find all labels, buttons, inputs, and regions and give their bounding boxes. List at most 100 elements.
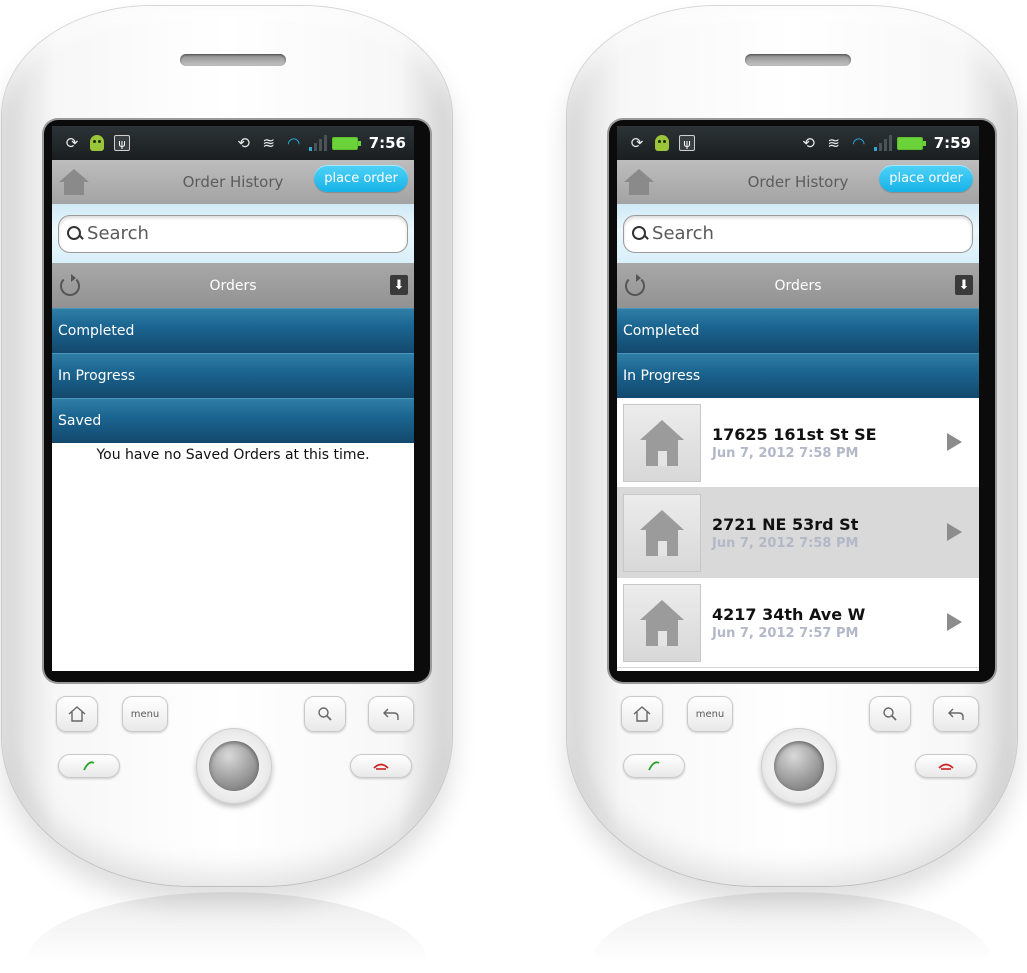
back-icon xyxy=(948,708,964,720)
order-thumbnail xyxy=(623,403,701,482)
orders-label: Orders xyxy=(774,277,822,294)
home-icon xyxy=(59,169,89,195)
search-icon xyxy=(632,225,647,242)
end-call-icon xyxy=(373,763,389,770)
sync-icon: ⟳ xyxy=(65,134,79,152)
search-icon xyxy=(67,225,82,242)
order-list-item[interactable]: 17625 161st St SE Jun 7, 2012 7:58 PM xyxy=(617,398,979,488)
orders-toolbar: Orders ⬇ xyxy=(617,263,979,308)
phone-reflection xyxy=(592,892,992,962)
home-icon xyxy=(624,169,654,195)
download-icon[interactable]: ⬇ xyxy=(390,275,408,295)
order-address: 4217 34th Ave W xyxy=(712,604,866,624)
trackball[interactable] xyxy=(761,728,837,804)
usb-icon: ψ xyxy=(677,133,697,153)
home-icon xyxy=(68,706,86,722)
order-list-item[interactable]: 4217 34th Ave W Jun 7, 2012 7:57 PM xyxy=(617,578,979,668)
signal-icon xyxy=(308,135,327,151)
app-screen: ⟳ ψ ⟲ ≋ ◠ 7:56 Order History place order xyxy=(52,126,414,671)
signal-icon xyxy=(873,135,892,151)
place-order-button[interactable]: place order xyxy=(314,165,408,192)
search-input[interactable] xyxy=(87,223,399,244)
download-icon[interactable]: ⬇ xyxy=(955,275,973,295)
house-icon xyxy=(640,599,684,646)
hardware-home-button[interactable] xyxy=(621,696,663,732)
earpiece-speaker xyxy=(180,54,286,66)
order-thumbnail xyxy=(623,583,701,662)
refresh-icon[interactable] xyxy=(60,273,80,296)
search-box[interactable] xyxy=(623,214,973,253)
home-button[interactable] xyxy=(52,160,96,204)
phone-reflection xyxy=(27,892,427,962)
battery-icon xyxy=(331,136,361,150)
order-thumbnail xyxy=(623,493,701,572)
status-bar: ⟳ ψ ⟲ ≋ ◠ 7:59 xyxy=(617,126,979,160)
hardware-back-button[interactable] xyxy=(933,696,979,732)
hardware-call-button[interactable] xyxy=(58,754,120,778)
sync-icon: ⟲ xyxy=(237,134,250,152)
status-clock: 7:56 xyxy=(368,134,406,152)
orders-label: Orders xyxy=(209,277,257,294)
wifi-icon: ◠ xyxy=(287,134,301,152)
call-icon xyxy=(648,761,660,771)
section-in-progress[interactable]: In Progress xyxy=(617,353,979,398)
search-band xyxy=(617,204,979,263)
refresh-icon[interactable] xyxy=(625,273,645,296)
search-icon xyxy=(318,707,332,721)
phone-left: ⟳ ψ ⟲ ≋ ◠ 7:56 Order History place order xyxy=(2,6,452,886)
usb-icon: ψ xyxy=(112,133,132,153)
section-completed[interactable]: Completed xyxy=(617,308,979,353)
hardware-end-call-button[interactable] xyxy=(350,754,412,778)
chevron-right-icon xyxy=(947,433,962,451)
sync-icon: ⟳ xyxy=(630,134,644,152)
android-icon xyxy=(87,133,107,153)
screen-bezel: ⟳ ψ ⟲ ≋ ◠ 7:56 Order History place order xyxy=(44,120,430,682)
status-bar: ⟳ ψ ⟲ ≋ ◠ 7:56 xyxy=(52,126,414,160)
order-list-item[interactable]: 2721 NE 53rd St Jun 7, 2012 7:58 PM xyxy=(617,488,979,578)
sync-icon: ⟲ xyxy=(802,134,815,152)
wifi-icon: ◠ xyxy=(852,134,866,152)
orders-toolbar: Orders ⬇ xyxy=(52,263,414,308)
hardware-menu-button[interactable]: menu xyxy=(687,696,733,732)
hardware-search-button[interactable] xyxy=(869,696,911,732)
app-screen: ⟳ ψ ⟲ ≋ ◠ 7:59 Order History place order xyxy=(617,126,979,671)
place-order-button[interactable]: place order xyxy=(879,165,973,192)
vibrate-icon: ≋ xyxy=(262,134,275,152)
house-icon xyxy=(640,419,684,466)
back-icon xyxy=(383,708,399,720)
section-in-progress[interactable]: In Progress xyxy=(52,353,414,398)
hardware-call-button[interactable] xyxy=(623,754,685,778)
order-date: Jun 7, 2012 7:58 PM xyxy=(712,535,859,551)
section-completed[interactable]: Completed xyxy=(52,308,414,353)
hardware-home-button[interactable] xyxy=(56,696,98,732)
section-saved[interactable]: Saved xyxy=(52,398,414,443)
hardware-end-call-button[interactable] xyxy=(915,754,977,778)
home-icon xyxy=(633,706,651,722)
vibrate-icon: ≋ xyxy=(827,134,840,152)
home-button[interactable] xyxy=(617,160,661,204)
trackball[interactable] xyxy=(196,728,272,804)
phone-right: ⟳ ψ ⟲ ≋ ◠ 7:59 Order History place order xyxy=(567,6,1017,886)
hardware-menu-button[interactable]: menu xyxy=(122,696,168,732)
order-date: Jun 7, 2012 7:57 PM xyxy=(712,625,859,641)
end-call-icon xyxy=(938,763,954,770)
earpiece-speaker xyxy=(745,54,851,66)
battery-icon xyxy=(896,136,926,150)
search-band xyxy=(52,204,414,263)
house-icon xyxy=(640,509,684,556)
chevron-right-icon xyxy=(947,613,962,631)
call-icon xyxy=(83,761,95,771)
empty-message: You have no Saved Orders at this time. xyxy=(96,447,370,463)
order-address: 2721 NE 53rd St xyxy=(712,514,859,534)
screen-bezel: ⟳ ψ ⟲ ≋ ◠ 7:59 Order History place order xyxy=(609,120,995,682)
title-bar: Order History place order xyxy=(52,160,414,204)
search-input[interactable] xyxy=(652,223,964,244)
hardware-search-button[interactable] xyxy=(304,696,346,732)
title-bar: Order History place order xyxy=(617,160,979,204)
status-clock: 7:59 xyxy=(933,134,971,152)
order-date: Jun 7, 2012 7:58 PM xyxy=(712,445,859,461)
search-box[interactable] xyxy=(58,214,408,253)
hardware-back-button[interactable] xyxy=(368,696,414,732)
chevron-right-icon xyxy=(947,523,962,541)
android-icon xyxy=(652,133,672,153)
